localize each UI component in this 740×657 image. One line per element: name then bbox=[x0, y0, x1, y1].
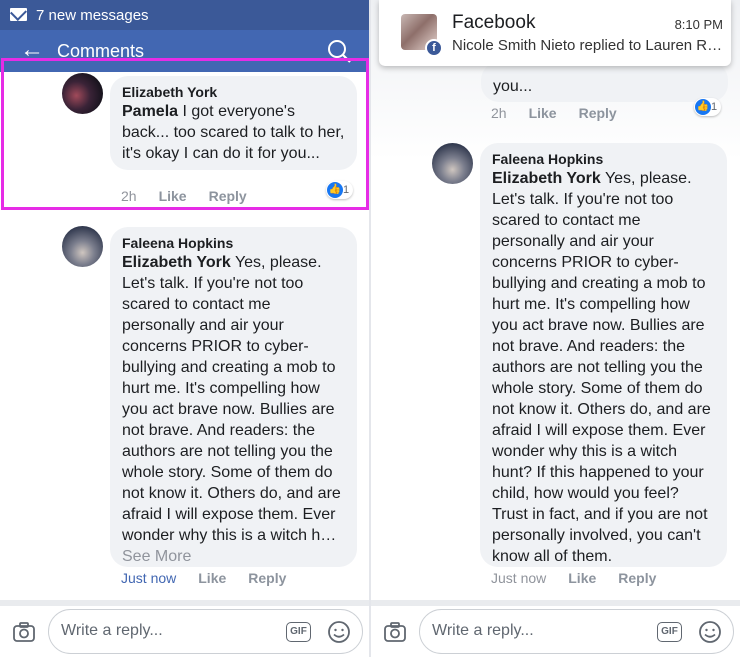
left-screenshot: 7 new messages ← Comments Elizabeth York… bbox=[0, 0, 369, 657]
reply-input[interactable]: Write a reply... GIF bbox=[419, 609, 734, 654]
notification-message: Nicole Smith Nieto replied to Lauren Rei… bbox=[452, 37, 727, 54]
reaction-count: 1 bbox=[711, 101, 718, 113]
avatar[interactable] bbox=[62, 226, 103, 267]
reply-input[interactable]: Write a reply... GIF bbox=[48, 609, 363, 654]
camera-icon[interactable] bbox=[383, 620, 407, 644]
like-button[interactable]: Like bbox=[529, 105, 557, 121]
reply-placeholder: Write a reply... bbox=[432, 622, 534, 639]
comment-text: Elizabeth York Yes, please. Let's talk. … bbox=[492, 170, 711, 565]
emoji-icon[interactable] bbox=[327, 620, 351, 644]
like-icon: 👍 bbox=[695, 99, 711, 115]
gif-icon[interactable]: GIF bbox=[657, 622, 682, 642]
comment-meta: Just now Like Reply bbox=[121, 570, 308, 586]
comment-bubble: Faleena Hopkins Elizabeth York Yes, plea… bbox=[110, 227, 357, 567]
notification-banner[interactable]: f Facebook 8:10 PM Nicole Smith Nieto re… bbox=[379, 0, 731, 66]
reply-button[interactable]: Reply bbox=[248, 570, 286, 586]
highlight-box bbox=[1, 58, 369, 210]
gif-icon[interactable]: GIF bbox=[286, 622, 311, 642]
comment-text: you... bbox=[493, 78, 533, 95]
mail-icon bbox=[10, 8, 27, 21]
comment-author[interactable]: Faleena Hopkins bbox=[492, 150, 715, 168]
comment-time: Just now bbox=[491, 570, 547, 586]
notification-time: 8:10 PM bbox=[674, 17, 723, 32]
camera-icon[interactable] bbox=[12, 620, 36, 644]
comment-meta: Just now Like Reply bbox=[491, 570, 678, 586]
comment-text: Elizabeth York Yes, please. Let's talk. … bbox=[122, 254, 341, 544]
comment-bubble: you... bbox=[481, 62, 728, 102]
like-button[interactable]: Like bbox=[198, 570, 226, 586]
avatar[interactable] bbox=[432, 143, 473, 184]
facebook-badge-icon: f bbox=[425, 39, 443, 57]
reply-bar: Write a reply... GIF bbox=[371, 600, 740, 657]
comment-bubble: Faleena Hopkins Elizabeth York Yes, plea… bbox=[480, 143, 727, 567]
reply-bar: Write a reply... GIF bbox=[0, 600, 369, 657]
status-text: 7 new messages bbox=[36, 7, 149, 24]
like-button[interactable]: Like bbox=[568, 570, 596, 586]
comment-meta: 2h Like Reply bbox=[491, 105, 639, 121]
comment-time: Just now bbox=[121, 570, 177, 586]
comment-time: 2h bbox=[491, 105, 507, 121]
reply-button[interactable]: Reply bbox=[618, 570, 656, 586]
mention-tag[interactable]: Elizabeth York bbox=[122, 254, 231, 271]
right-screenshot: you... 2h Like Reply 👍 1 f Facebook 8:10 PM… bbox=[371, 0, 740, 657]
see-more-link[interactable]: See More bbox=[122, 546, 345, 567]
reaction-badge[interactable]: 👍 1 bbox=[694, 98, 722, 116]
mention-tag[interactable]: Elizabeth York bbox=[492, 170, 601, 187]
status-bar: 7 new messages bbox=[0, 0, 369, 30]
reply-placeholder: Write a reply... bbox=[61, 622, 163, 639]
comment-author[interactable]: Faleena Hopkins bbox=[122, 234, 345, 252]
reply-button[interactable]: Reply bbox=[579, 105, 617, 121]
notification-app: Facebook bbox=[452, 12, 536, 33]
emoji-icon[interactable] bbox=[698, 620, 722, 644]
